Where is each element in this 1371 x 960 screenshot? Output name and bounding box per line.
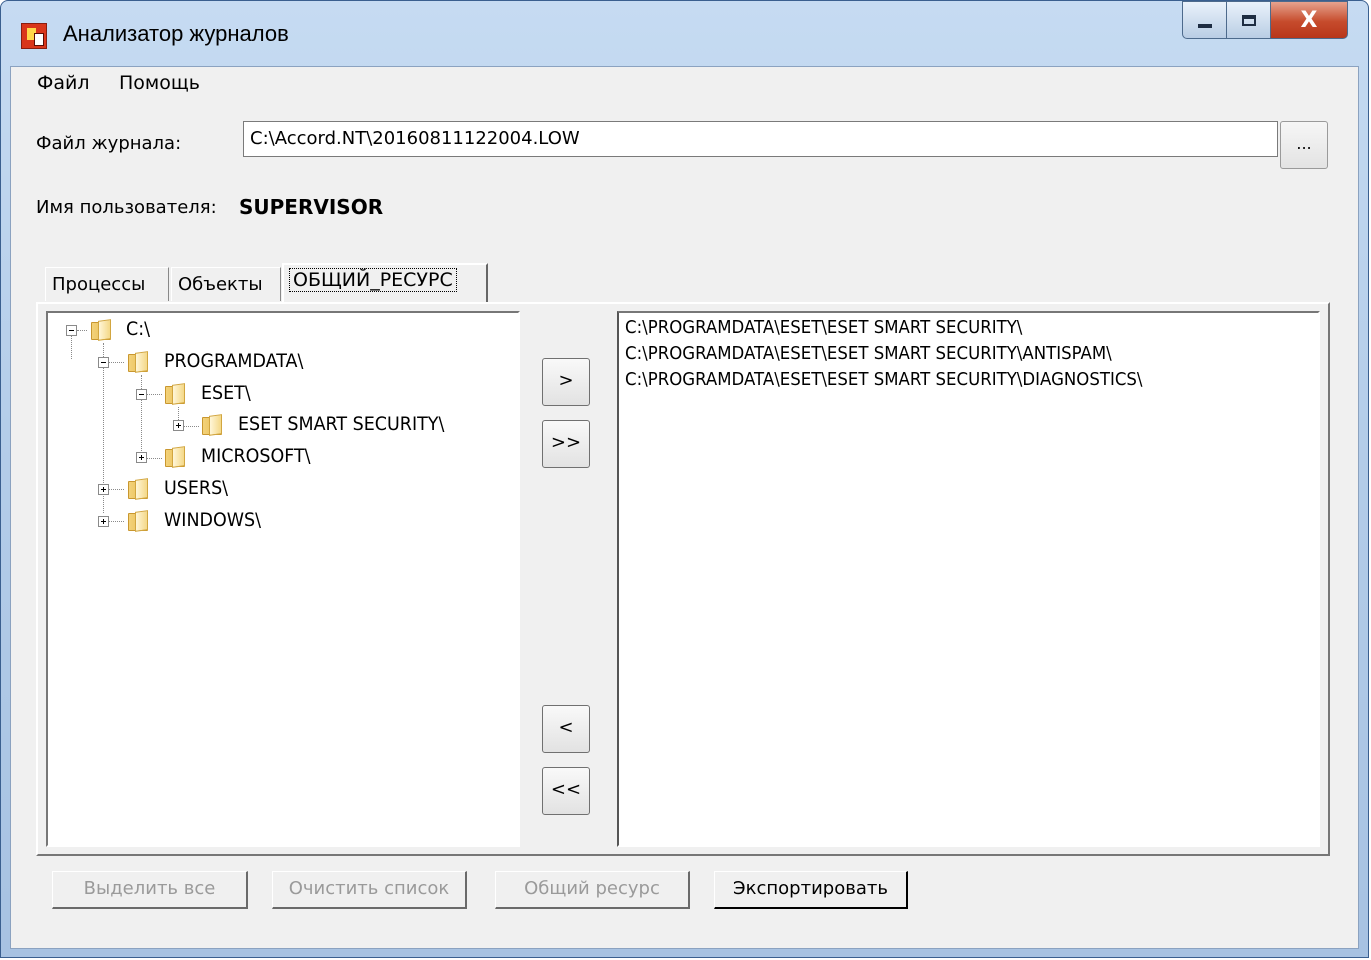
logfile-label: Файл журнала: [36, 133, 182, 154]
remove-one-button[interactable]: < [542, 705, 590, 753]
folder-icon [200, 413, 224, 437]
tab-objects[interactable]: Объекты [171, 267, 281, 301]
window-title: Анализатор журналов [63, 21, 289, 46]
tree-connector [147, 394, 162, 395]
add-one-button[interactable]: > [542, 358, 590, 406]
browse-button[interactable]: ... [1280, 121, 1328, 169]
menu-help[interactable]: Помощь [113, 72, 206, 94]
tab-label: ОБЩИЙ_РЕСУРС [289, 268, 457, 292]
tree-connector [109, 362, 124, 363]
list-item[interactable]: C:\PROGRAMDATA\ESET\ESET SMART SECURITY\… [625, 369, 1142, 390]
minimize-icon [1197, 24, 1212, 28]
folder-icon [126, 350, 150, 374]
expand-icon[interactable] [98, 484, 109, 495]
client-area: Файл Помощь Файл журнала: C:\Accord.NT\2… [10, 66, 1359, 949]
tree-connector [109, 521, 124, 522]
tab-label: Процессы [52, 274, 146, 295]
collapse-icon[interactable] [66, 325, 77, 336]
expand-icon[interactable] [173, 420, 184, 431]
close-icon: X [1300, 7, 1318, 33]
folder-icon [126, 509, 150, 533]
tree-node-microsoft[interactable]: MICROSOFT\ [201, 445, 311, 467]
logfile-path-field[interactable]: C:\Accord.NT\20160811122004.LOW [243, 121, 1278, 157]
menu-file[interactable]: Файл [31, 72, 96, 94]
selected-resources-list[interactable]: C:\PROGRAMDATA\ESET\ESET SMART SECURITY\… [617, 311, 1320, 847]
tree-node-eset[interactable]: ESET\ [201, 382, 251, 404]
list-item[interactable]: C:\PROGRAMDATA\ESET\ESET SMART SECURITY\ [625, 317, 1022, 338]
caption-buttons: X [1182, 1, 1348, 41]
tab-processes[interactable]: Процессы [45, 267, 169, 301]
tree-connector [109, 489, 124, 490]
add-all-button[interactable]: >> [542, 420, 590, 468]
export-button[interactable]: Экспортировать [714, 871, 908, 909]
title-bar[interactable]: Анализатор журналов X [1, 1, 1368, 65]
tree-connector [77, 330, 87, 331]
expand-icon[interactable] [98, 516, 109, 527]
close-button[interactable]: X [1270, 1, 1348, 39]
tree-node-users[interactable]: USERS\ [164, 477, 228, 499]
list-item[interactable]: C:\PROGRAMDATA\ESET\ESET SMART SECURITY\… [625, 343, 1112, 364]
expand-icon[interactable] [136, 452, 147, 463]
tree-connector [178, 407, 179, 420]
username-value: SUPERVISOR [239, 195, 384, 219]
tree-connector [147, 458, 162, 459]
app-window: Анализатор журналов X Файл Помощь Файл ж… [0, 0, 1369, 958]
maximize-button[interactable] [1226, 1, 1270, 39]
tab-shared-resource[interactable]: ОБЩИЙ_РЕСУРС [282, 263, 488, 303]
shared-resource-button[interactable]: Общий ресурс [495, 871, 690, 909]
folder-icon [126, 477, 150, 501]
tree-node-programdata[interactable]: PROGRAMDATA\ [164, 350, 303, 372]
folder-tree[interactable]: C:\ PROGRAMDATA\ ESET\ ESET SMART SECURI… [46, 311, 520, 847]
menu-bar: Файл Помощь [11, 67, 1358, 101]
remove-all-button[interactable]: << [542, 767, 590, 815]
tab-label: Объекты [178, 274, 263, 295]
collapse-icon[interactable] [136, 389, 147, 400]
clear-list-button[interactable]: Очистить список [272, 871, 467, 909]
tree-node-windows[interactable]: WINDOWS\ [164, 509, 261, 531]
tree-node-eset-smart-security[interactable]: ESET SMART SECURITY\ [238, 413, 444, 435]
tree-connector [141, 375, 142, 451]
folder-icon [163, 382, 187, 406]
transfer-panel: > >> < << [523, 311, 619, 847]
tree-node-c[interactable]: C:\ [126, 318, 150, 340]
username-label: Имя пользователя: [36, 197, 217, 218]
tree-connector [184, 426, 199, 427]
folder-icon [89, 318, 113, 342]
select-all-button[interactable]: Выделить все [52, 871, 248, 909]
collapse-icon[interactable] [98, 357, 109, 368]
folder-icon [163, 445, 187, 469]
maximize-icon [1241, 14, 1256, 26]
minimize-button[interactable] [1182, 1, 1226, 39]
app-icon [21, 23, 47, 49]
